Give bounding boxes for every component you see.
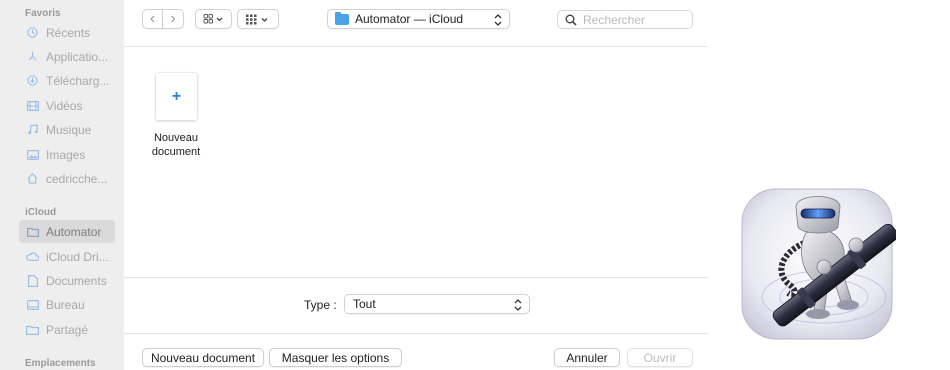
film-icon (26, 99, 39, 112)
footer-divider (124, 333, 708, 334)
sidebar-item-label: Musique (46, 122, 92, 137)
plus-icon: + (171, 87, 182, 105)
download-icon (26, 74, 39, 87)
favorites-section-title: Favoris (25, 8, 61, 19)
applications-icon (26, 50, 39, 63)
home-icon (26, 172, 39, 185)
clock-icon (26, 26, 39, 39)
options-divider (124, 277, 708, 278)
sidebar-item-videos[interactable]: Vidéos (19, 94, 115, 117)
sidebar-item-label: Documents (46, 273, 107, 288)
folder-icon (26, 225, 39, 238)
toolbar-divider (124, 46, 708, 47)
sidebar-item-home[interactable]: cedricche... (19, 167, 115, 190)
cancel-button[interactable]: Annuler (554, 348, 620, 367)
sidebar-item-downloads[interactable]: Télécharg... (19, 69, 115, 92)
sidebar-item-label: cedricche... (46, 171, 108, 186)
sidebar-item-label: Automator (46, 224, 102, 239)
type-popup[interactable]: Tout (344, 294, 530, 314)
sidebar-item-label: iCloud Dri... (46, 249, 109, 264)
icon-view-icon (203, 14, 222, 24)
icon-view-button[interactable] (195, 9, 232, 29)
locations-section-title: Emplacements (25, 358, 96, 369)
sidebar-item-shared[interactable]: Partagé (19, 318, 115, 341)
navigation-buttons: ‹ › (142, 9, 184, 29)
open-button[interactable]: Ouvrir (627, 348, 693, 367)
sidebar-item-label: Applicatio... (46, 49, 109, 64)
new-document-tile[interactable]: + (156, 73, 197, 120)
sidebar-item-label: Images (46, 147, 86, 162)
new-document-label-line1: Nouveau (153, 132, 199, 144)
sidebar-item-images[interactable]: Images (19, 143, 115, 166)
search-field[interactable]: Rechercher (557, 10, 693, 29)
new-document-button[interactable]: Nouveau document (142, 348, 264, 367)
type-value: Tout (353, 297, 376, 311)
sidebar-item-icloud-drive[interactable]: iCloud Dri... (19, 245, 115, 268)
sidebar-item-desktop[interactable]: Bureau (19, 293, 115, 316)
desktop-icon (26, 298, 39, 311)
forward-button[interactable]: › (163, 9, 184, 29)
shared-folder-icon (26, 323, 39, 336)
type-label: Type : (304, 298, 337, 312)
cloud-icon (26, 250, 39, 263)
automator-app-icon (741, 188, 896, 340)
group-by-button[interactable] (237, 9, 279, 29)
hide-options-button[interactable]: Masquer les options (269, 348, 402, 367)
new-document-label[interactable]: Nouveau document (137, 131, 215, 159)
music-note-icon (26, 123, 39, 136)
sidebar-item-label: Récents (46, 25, 91, 40)
search-icon (565, 14, 577, 26)
document-icon (26, 274, 39, 287)
location-label: Automator — iCloud (355, 12, 464, 26)
search-placeholder: Rechercher (583, 12, 646, 27)
chevron-left-icon: ‹ (149, 10, 156, 27)
file-dialog-content (124, 0, 708, 370)
sidebar-item-automator[interactable]: Automator (19, 220, 115, 243)
up-down-chevron-icon (494, 14, 502, 26)
chevron-right-icon: › (170, 10, 176, 27)
sidebar-item-label: Télécharg... (46, 73, 110, 88)
back-button[interactable]: ‹ (142, 9, 163, 29)
sidebar-item-documents[interactable]: Documents (19, 269, 115, 292)
new-document-label-line2: document (151, 146, 201, 158)
sidebar-item-recents[interactable]: Récents (19, 21, 115, 44)
up-down-chevron-icon (514, 299, 522, 311)
sidebar: Favoris Récents Applicatio... Télécharg.… (0, 0, 124, 370)
sidebar-item-label: Bureau (46, 297, 85, 312)
location-popup[interactable]: Automator — iCloud (327, 9, 510, 29)
sidebar-item-label: Vidéos (46, 98, 83, 113)
photo-icon (26, 148, 39, 161)
icloud-section-title: iCloud (25, 207, 57, 218)
sidebar-item-applications[interactable]: Applicatio... (19, 45, 115, 68)
group-view-icon (246, 14, 268, 24)
sidebar-item-label: Partagé (46, 322, 89, 337)
sidebar-item-music[interactable]: Musique (19, 118, 115, 141)
folder-icon (335, 11, 349, 25)
